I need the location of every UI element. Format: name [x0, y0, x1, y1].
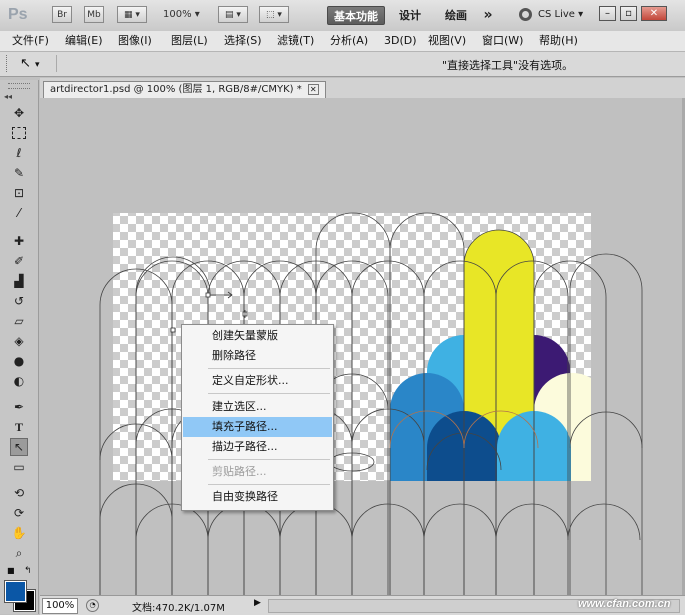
swap-colors-icon[interactable]: ↰ — [24, 566, 32, 576]
view-extras-button[interactable]: ▦ ▾ — [117, 6, 147, 23]
minibridge-button[interactable]: Mb — [84, 6, 104, 23]
menu-window[interactable]: 窗口(W) — [482, 33, 523, 49]
quick-selection-tool-icon[interactable]: ✎ — [10, 164, 28, 182]
menu-define-custom-shape[interactable]: 定义自定形状... — [183, 371, 332, 391]
application-bar: Ps Br Mb ▦ ▾ 100% ▾ ▤ ▾ ⬚ ▾ 基本功能 设计 绘画 »… — [0, 0, 685, 32]
status-bar: 100% ◔ 文档:470.2K/1.07M ▶ www.cfan.com.cn — [40, 595, 685, 615]
menu-bar: 文件(F) 编辑(E) 图像(I) 图层(L) 选择(S) 滤镜(T) 分析(A… — [0, 31, 685, 52]
minimize-icon[interactable]: – — [599, 6, 616, 21]
context-menu: 创建矢量蒙版 删除路径 定义自定形状... 建立选区... 填充子路径... 描… — [181, 324, 334, 511]
move-tool-icon[interactable]: ✥ — [10, 104, 28, 122]
menu-image[interactable]: 图像(I) — [118, 33, 152, 49]
3d-rotate-tool-icon[interactable]: ⟲ — [10, 484, 28, 502]
3d-orbit-tool-icon[interactable]: ⟳ — [10, 504, 28, 522]
bridge-button[interactable]: Br — [52, 6, 72, 23]
menu-filter[interactable]: 滤镜(T) — [277, 33, 314, 49]
eyedropper-tool-icon[interactable]: ⁄ — [10, 204, 28, 222]
menu-separator — [208, 484, 330, 485]
brush-tool-icon[interactable]: ✐ — [10, 252, 28, 270]
hand-tool-icon[interactable]: ✋ — [10, 524, 28, 542]
menu-3d[interactable]: 3D(D) — [384, 33, 417, 49]
cslive-button[interactable]: CS Live ▾ — [538, 9, 583, 20]
workspace-design[interactable]: 设计 — [393, 6, 427, 25]
toolbox: ◂◂ ✥ ℓ ✎ ⊡ ⁄ ✚ ✐ ▟ ↺ ▱ ◈ ● ◐ ✒ T ↖ ▭ ⟲ ⟳… — [0, 80, 39, 614]
menu-free-transform-path[interactable]: 自由变换路径 — [183, 487, 332, 507]
more-workspaces-button[interactable]: » — [480, 6, 496, 25]
toolbox-grip — [8, 83, 30, 89]
photoshop-logo: Ps — [8, 6, 28, 23]
collapse-toolbox-icon[interactable]: ◂◂ — [4, 92, 12, 101]
menu-separator — [208, 393, 330, 394]
direct-selection-tool-icon[interactable]: ↖ — [10, 438, 28, 456]
pen-tool-icon[interactable]: ✒ — [10, 398, 28, 416]
cslive-icon — [519, 8, 532, 21]
menu-analysis[interactable]: 分析(A) — [330, 33, 368, 49]
shape-tool-icon[interactable]: ▭ — [10, 458, 28, 476]
status-menu-arrow-icon[interactable]: ▶ — [254, 598, 261, 608]
document-size: 文档:470.2K/1.07M — [132, 603, 225, 614]
workspace-painting[interactable]: 绘画 — [439, 6, 473, 25]
menu-clipping-path: 剪贴路径... — [212, 465, 267, 478]
history-brush-tool-icon[interactable]: ↺ — [10, 292, 28, 310]
canvas-artwork[interactable] — [40, 98, 685, 598]
zoom-level-dropdown[interactable]: 100% ▾ — [163, 9, 200, 20]
eraser-tool-icon[interactable]: ▱ — [10, 312, 28, 330]
menu-help[interactable]: 帮助(H) — [539, 33, 578, 49]
document-tab[interactable]: artdirector1.psd @ 100% (图层 1, RGB/8#/CM… — [43, 81, 326, 99]
close-document-icon[interactable]: ✕ — [307, 83, 319, 95]
options-grip — [6, 55, 10, 72]
menu-make-selection[interactable]: 建立选区... — [183, 397, 332, 417]
zoom-input[interactable]: 100% — [42, 598, 78, 614]
default-colors-icon[interactable]: ■ — [7, 566, 15, 575]
zoom-tool-icon[interactable]: ⌕ — [10, 544, 28, 562]
menu-fill-subpath[interactable]: 填充子路径... — [183, 417, 332, 437]
status-info-icon[interactable]: ◔ — [86, 599, 99, 612]
workspace-essentials[interactable]: 基本功能 — [327, 6, 385, 25]
lasso-tool-icon[interactable]: ℓ — [10, 144, 28, 162]
menu-separator — [208, 368, 330, 369]
direct-select-icon: ↖ — [20, 56, 31, 71]
dodge-tool-icon[interactable]: ◐ — [10, 372, 28, 390]
marquee-tool-icon[interactable] — [10, 124, 28, 142]
menu-create-vector-mask[interactable]: 创建矢量蒙版 — [183, 326, 332, 346]
foreground-color-swatch[interactable] — [4, 580, 27, 603]
paint-bucket-tool-icon[interactable]: ◈ — [10, 332, 28, 350]
restore-icon[interactable]: ▫ — [620, 6, 637, 21]
cslive-label: CS Live — [538, 9, 575, 20]
close-icon[interactable]: ✕ — [641, 6, 667, 21]
menu-file[interactable]: 文件(F) — [12, 33, 49, 49]
watermark: www.cfan.com.cn — [578, 598, 671, 610]
type-tool-icon[interactable]: T — [10, 418, 28, 436]
menu-select[interactable]: 选择(S) — [224, 33, 262, 49]
menu-edit[interactable]: 编辑(E) — [65, 33, 103, 49]
blur-tool-icon[interactable]: ● — [10, 352, 28, 370]
options-divider — [56, 55, 57, 72]
tool-preset-picker[interactable]: ↖ ▾ — [20, 56, 40, 71]
menu-layer[interactable]: 图层(L) — [171, 33, 208, 49]
zoom-level-value: 100% — [163, 9, 192, 20]
healing-brush-tool-icon[interactable]: ✚ — [10, 232, 28, 250]
document-tab-title: artdirector1.psd @ 100% (图层 1, RGB/8#/CM… — [50, 84, 302, 95]
arrange-documents-button[interactable]: ▤ ▾ — [218, 6, 248, 23]
canvas-area[interactable] — [40, 98, 685, 598]
crop-tool-icon[interactable]: ⊡ — [10, 184, 28, 202]
screen-mode-button[interactable]: ⬚ ▾ — [259, 6, 289, 23]
menu-separator — [208, 459, 330, 460]
document-window: artdirector1.psd @ 100% (图层 1, RGB/8#/CM… — [40, 78, 685, 614]
menu-view[interactable]: 视图(V) — [428, 33, 466, 49]
options-bar: ↖ ▾ "直接选择工具"没有选项。 — [0, 52, 685, 77]
clone-stamp-tool-icon[interactable]: ▟ — [10, 272, 28, 290]
menu-stroke-subpath[interactable]: 描边子路径... — [183, 437, 332, 457]
options-message: "直接选择工具"没有选项。 — [442, 59, 574, 72]
menu-delete-path[interactable]: 删除路径 — [183, 346, 332, 366]
